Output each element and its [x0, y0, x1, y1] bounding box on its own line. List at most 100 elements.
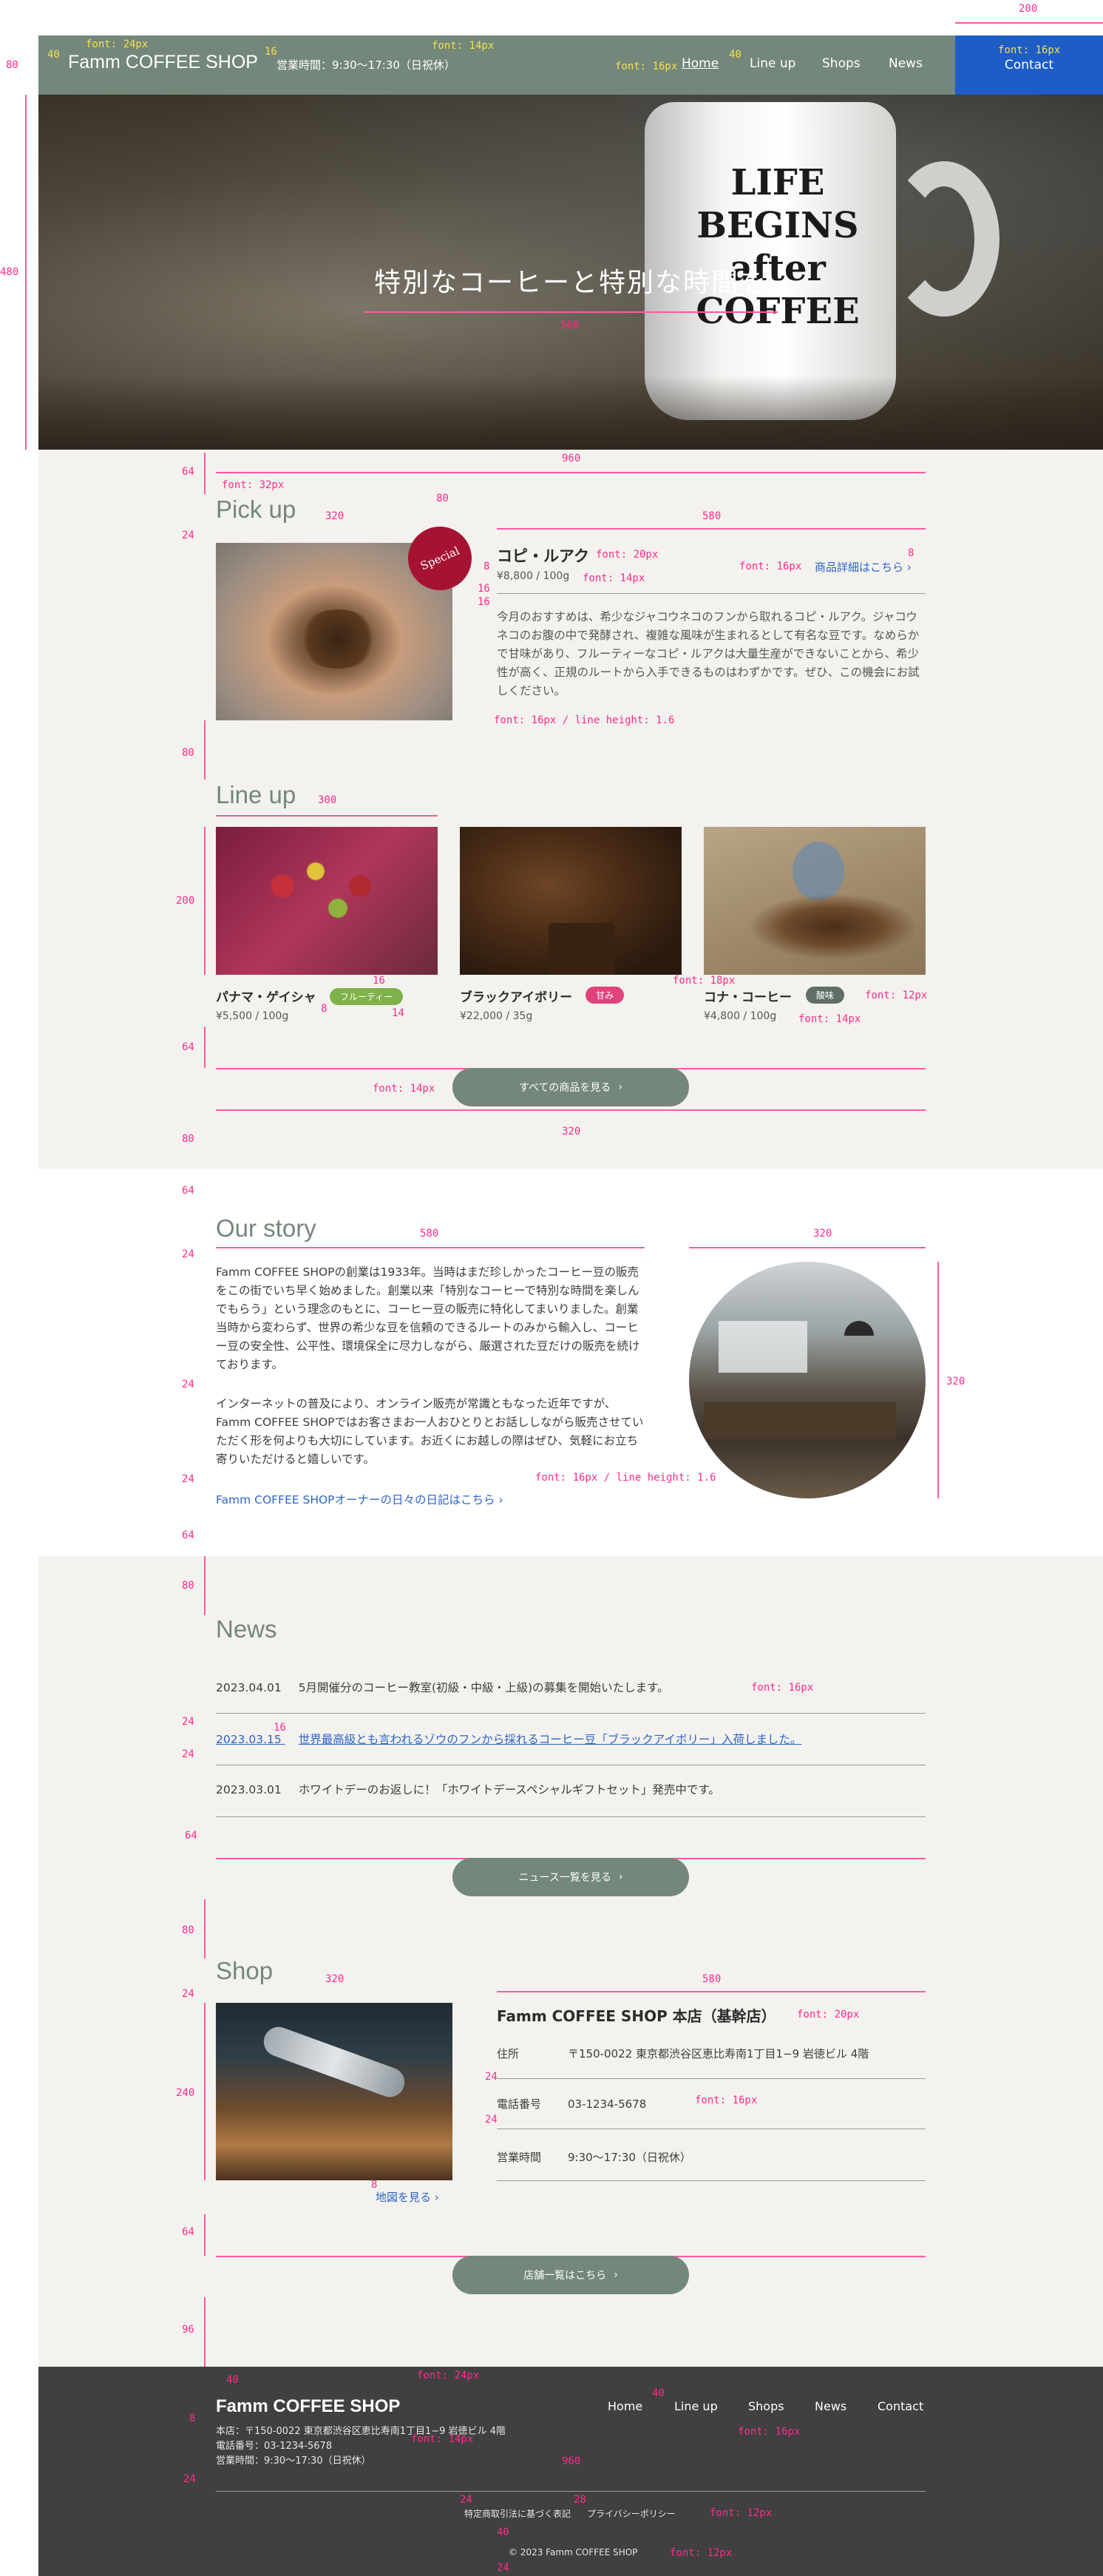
- pickup-detail-link[interactable]: 商品詳細はこちら ›: [815, 559, 912, 575]
- spec-font-24: font: 24px: [86, 38, 149, 50]
- shop-row-label: 住所: [497, 2047, 520, 2061]
- news-list-button[interactable]: ニュース一覧を見る ›: [452, 1858, 689, 1896]
- spec-14: 14: [392, 1007, 404, 1019]
- lineup-photo-kona: [704, 827, 926, 975]
- spec-560: 560: [560, 320, 580, 331]
- spec-580: 580: [702, 510, 722, 522]
- footer-logo[interactable]: Famm COFFEE SHOP: [216, 2396, 400, 2417]
- footer-nav-line-up[interactable]: Line up: [674, 2399, 718, 2413]
- shop-roaster-photo: [216, 2003, 452, 2180]
- pickup-divider: [497, 593, 926, 594]
- spec-font-32: font: 32px: [222, 479, 285, 491]
- business-hours: 営業時間：9:30〜17:30（日祝休）: [276, 58, 455, 72]
- shop-counter: [704, 1402, 896, 1439]
- mug-lettering: LIFE BEGINS after COFFEE: [696, 162, 860, 332]
- coffee-grinder: [549, 923, 615, 975]
- footer-nav-contact[interactable]: Contact: [878, 2399, 923, 2413]
- shop-divider: [497, 2180, 926, 2181]
- nav-line-up[interactable]: Line up: [750, 56, 795, 71]
- spec-24: 24: [182, 1248, 194, 1260]
- spec-200: 200: [176, 895, 195, 907]
- chevron-right-icon: ›: [618, 1081, 623, 1093]
- spec-font-14: font: 14px: [432, 40, 495, 52]
- spec-line: [25, 95, 27, 450]
- pickup-heading: Pick up: [216, 496, 296, 523]
- spec-line: [204, 2297, 206, 2367]
- map-link[interactable]: 地図を見る ›: [376, 2189, 439, 2205]
- footer-nav-shops[interactable]: Shops: [748, 2399, 784, 2413]
- lineup-name-black-ivory: ブラックアイボリー: [460, 990, 573, 1005]
- site-footer: Famm COFFEE SHOP 本店：〒150-0022 東京都渋谷区恵比寿南…: [38, 2367, 1103, 2576]
- spec-16: 16: [265, 46, 277, 58]
- spec-80: 80: [182, 1580, 194, 1592]
- spec-320: 320: [813, 1228, 832, 1240]
- spec-320: 320: [562, 1126, 581, 1137]
- spec-24: 24: [460, 2494, 472, 2506]
- spec-480: 480: [0, 266, 19, 278]
- pickup-price: ¥8,800 / 100g: [497, 570, 570, 582]
- news-item-1[interactable]: 2023.04.01 5月開催分のコーヒー教室(初級・中級・上級)の募集を開始い…: [216, 1679, 669, 1695]
- nav-news[interactable]: News: [889, 56, 923, 71]
- spec-64: 64: [185, 1830, 197, 1842]
- spec-font-14: font: 14px: [798, 1013, 861, 1025]
- spec-line: [689, 1247, 926, 1248]
- owner-diary-link[interactable]: Famm COFFEE SHOPオーナーの日々の日記はこちら ›: [216, 1491, 503, 1507]
- shop-list-label: 店舗一覧はこちら: [523, 2270, 607, 2282]
- spec-64: 64: [182, 1185, 194, 1197]
- footer-privacy-link[interactable]: プライバシーポリシー: [587, 2507, 676, 2520]
- spec-24: 24: [182, 1748, 194, 1760]
- spec-line: [937, 1262, 939, 1498]
- shop-list-button[interactable]: 店舗一覧はこちら ›: [452, 2256, 689, 2294]
- nav-home[interactable]: Home: [682, 56, 719, 71]
- spec-line: [204, 2214, 206, 2256]
- news-heading: News: [216, 1615, 277, 1643]
- spec-line: [497, 1991, 926, 1992]
- beans-in-hands: [297, 609, 379, 669]
- site-logo[interactable]: Famm COFFEE SHOP: [68, 52, 258, 73]
- footer-divider: [216, 2491, 926, 2492]
- spec-24: 24: [485, 2114, 498, 2126]
- chevron-right-icon: ›: [618, 1871, 623, 1883]
- lineup-price-black-ivory: ¥22,000 / 35g: [460, 1010, 533, 1022]
- news-shop-section: [38, 1556, 1103, 2367]
- spec-font-16: font: 16px: [998, 44, 1061, 56]
- spec-40: 40: [652, 2387, 665, 2399]
- story-shop-photo: [689, 1262, 926, 1498]
- lineup-photo-black-ivory: [460, 827, 682, 975]
- roaster-arm: [259, 2023, 409, 2101]
- spec-line: [216, 472, 926, 473]
- tag-acidity: 酸味: [806, 987, 845, 1004]
- spec-font-24: font: 24px: [417, 2370, 480, 2381]
- nav-shops[interactable]: Shops: [822, 56, 861, 71]
- footer-nav-home[interactable]: Home: [608, 2399, 642, 2413]
- spec-font-14: font: 14px: [373, 1083, 435, 1095]
- spec-16: 16: [478, 583, 490, 595]
- spec-line: [204, 1027, 206, 1068]
- pickup-description: 今月のおすすめは、希少なジャコウネコのフンから取れるコピ・ルアク。ジャコウネコの…: [497, 610, 920, 697]
- spec-line: [497, 528, 926, 530]
- news-item-2[interactable]: 2023.03.15 世界最高級とも言われるゾウのフンから採れるコーヒー豆「ブラ…: [216, 1731, 801, 1747]
- spec-font-16: font: 16px: [739, 561, 802, 572]
- chevron-right-icon: ›: [906, 561, 912, 574]
- footer-legal-link[interactable]: 特定商取引法に基づく表記: [464, 2507, 571, 2520]
- lineup-price-kona: ¥4,800 / 100g: [704, 1010, 777, 1022]
- footer-nav-news[interactable]: News: [815, 2399, 846, 2413]
- spec-320: 320: [946, 1376, 965, 1387]
- lineup-photo-panama: [216, 827, 438, 975]
- spec-960: 960: [562, 453, 581, 464]
- spec-24: 24: [485, 2071, 498, 2083]
- all-products-button[interactable]: すべての商品を見る ›: [452, 1068, 689, 1106]
- spec-font-16: font: 16px: [615, 61, 678, 72]
- scattered-beans: [748, 893, 918, 960]
- chevron-right-icon: ›: [614, 2269, 618, 2281]
- hero-title: 特別なコーヒーと特別な時間を: [373, 268, 767, 298]
- pickup-product-name: コピ・ルアク: [497, 547, 589, 565]
- news-item-3[interactable]: 2023.03.01 ホワイトデーのお返しに！「ホワイトデースペシャルギフトセッ…: [216, 1781, 720, 1797]
- hero-banner: LIFE BEGINS after COFFEE 特別なコーヒーと特別な時間を: [38, 95, 1103, 450]
- footer-hours: 営業時間：9:30〜17:30（日祝休）: [216, 2455, 371, 2467]
- shop-name: Famm COFFEE SHOP 本店（基幹店）: [497, 2007, 776, 2025]
- story-paragraph-2: インターネットの普及により、オンライン販売が常識ともなった近年ですが、Famm …: [216, 1397, 644, 1466]
- spec-font-20: font: 20px: [797, 2009, 860, 2021]
- all-products-label: すべての商品を見る: [518, 1082, 611, 1094]
- news-text: 世界最高級とも言われるゾウのフンから採れるコーヒー豆「ブラックアイボリー」入荷し…: [298, 1733, 802, 1746]
